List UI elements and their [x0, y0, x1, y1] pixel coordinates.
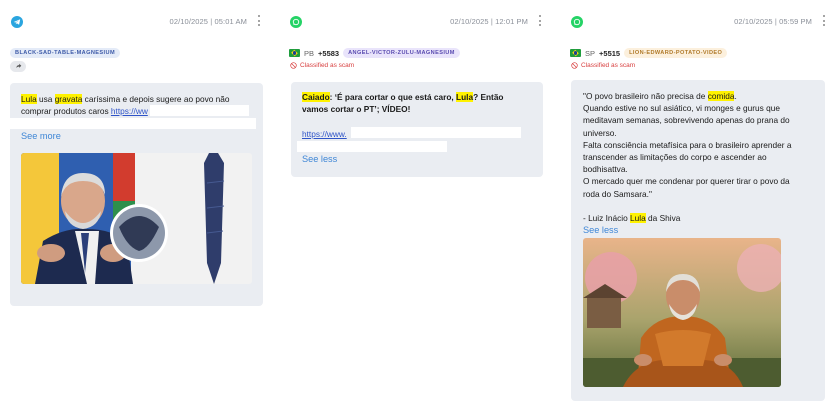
cluster-tag[interactable]: BLACK-SAD-TABLE-MAGNESIUM [10, 48, 121, 58]
message-card-3: 02/10/2025 | 05:59 PM SP +5515 LION-EDWA… [568, 0, 830, 401]
redaction-block [10, 118, 256, 129]
whatsapp-icon [290, 16, 302, 28]
scam-classification: Classified as scam [571, 62, 635, 69]
brazil-flag-icon [570, 49, 581, 57]
timestamp: 02/10/2025 | 12:01 PM [450, 17, 528, 26]
card-header: 02/10/2025 | 05:59 PM [568, 0, 830, 44]
redaction-block [150, 105, 249, 116]
message-link[interactable]: https://www. [302, 128, 347, 140]
whatsapp-icon [571, 16, 583, 28]
cluster-tag[interactable]: LION-EDWARD-POTATO-VIDEO [624, 48, 728, 58]
message-bubble: Caiado: ‘É para cortar o que está caro, … [291, 82, 543, 177]
message-signature: - Luiz Inácio Lula da Shiva [583, 212, 681, 223]
message-bubble: "O povo brasileiro não precisa de comida… [571, 80, 825, 401]
timestamp: 02/10/2025 | 05:01 AM [169, 17, 247, 26]
state-code: SP [585, 48, 596, 58]
card-header: 02/10/2025 | 05:01 AM [8, 0, 265, 44]
redaction-block [351, 127, 521, 138]
forwarded-icon [10, 61, 26, 72]
more-options-icon[interactable] [537, 15, 543, 26]
message-image[interactable] [583, 238, 781, 387]
phone-prefix: +5515 [599, 48, 621, 58]
message-text: Caiado: ‘É para cortar o que está caro, … [302, 92, 504, 115]
card-meta: SP +5515 LION-EDWARD-POTATO-VIDEO Classi… [568, 44, 830, 80]
more-options-icon[interactable] [821, 15, 827, 26]
more-options-icon[interactable] [256, 15, 262, 26]
see-less-button[interactable]: See less [583, 225, 618, 235]
message-bubble: Lula usa gravata caríssima e depois suge… [10, 83, 263, 306]
card-meta: PB +5583 ANGEL-VICTOR-ZULU-MAGNESIUM Cla… [287, 44, 546, 80]
message-text: "O povo brasileiro não precisa de comida… [583, 90, 819, 224]
brazil-flag-icon [289, 49, 300, 57]
telegram-icon [11, 16, 23, 28]
warning-icon [571, 62, 578, 69]
warning-icon [290, 62, 297, 69]
message-link[interactable]: https://ww [111, 106, 148, 116]
message-card-2: 02/10/2025 | 12:01 PM PB +5583 ANGEL-VIC… [287, 0, 546, 177]
scam-classification: Classified as scam [290, 62, 354, 69]
card-meta: BLACK-SAD-TABLE-MAGNESIUM [8, 44, 265, 80]
see-less-button[interactable]: See less [302, 154, 337, 164]
phone-prefix: +5583 [318, 48, 340, 58]
state-code: PB [304, 48, 315, 58]
see-more-button[interactable]: See more [21, 131, 61, 141]
redaction-block [297, 141, 447, 152]
message-card-1: 02/10/2025 | 05:01 AM BLACK-SAD-TABLE-MA… [8, 0, 265, 306]
card-header: 02/10/2025 | 12:01 PM [287, 0, 546, 44]
cluster-tag[interactable]: ANGEL-VICTOR-ZULU-MAGNESIUM [343, 48, 460, 58]
message-image[interactable] [21, 153, 252, 284]
timestamp: 02/10/2025 | 05:59 PM [734, 17, 812, 26]
